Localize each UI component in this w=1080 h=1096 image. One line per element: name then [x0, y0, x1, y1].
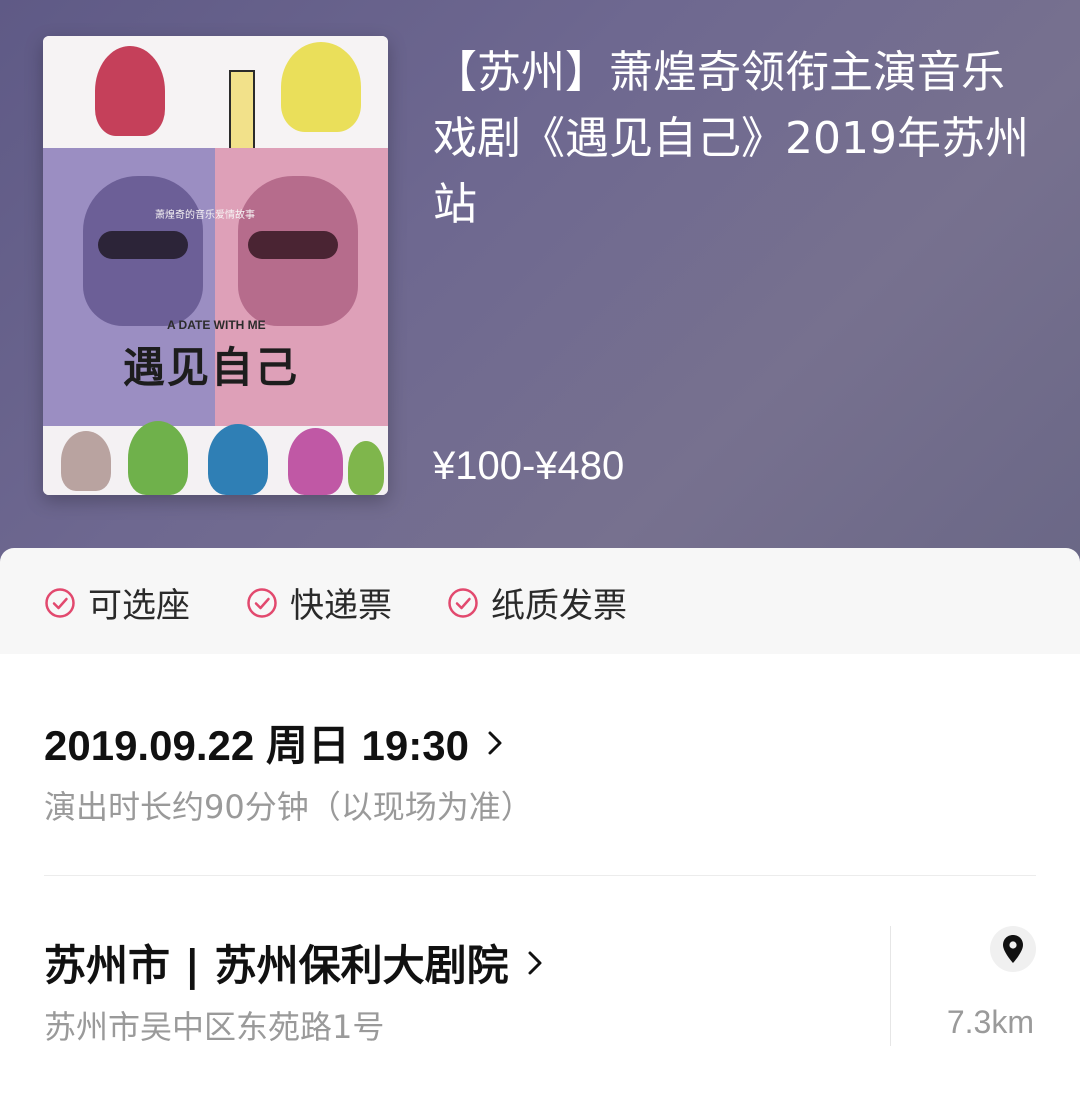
check-circle-icon [448, 587, 478, 618]
tag-label: 快递票 [290, 586, 392, 626]
venue-row[interactable]: 苏州市 | 苏州保利大剧院 [44, 932, 543, 993]
show-poster[interactable]: 萧煌奇的音乐爱情故事 A DATE WITH ME 遇见自己 [43, 36, 388, 495]
poster-title-zh: 遇见自己 [123, 343, 300, 392]
poster-figure [281, 42, 361, 132]
poster-title-en: A DATE WITH ME [167, 318, 266, 332]
check-circle-icon [247, 587, 277, 618]
service-tags: 可选座 快递票 纸质发票 [0, 548, 1080, 654]
tag-paper-invoice: 纸质发票 [447, 578, 627, 627]
price-range: ¥100-¥480 [433, 444, 625, 488]
divider [890, 926, 891, 1046]
poster-tagline: 萧煌奇的音乐爱情故事 [155, 210, 255, 221]
session-duration: 演出时长约90分钟（以现场为准） [44, 788, 533, 826]
venue-address: 苏州市吴中区东苑路1号 [44, 1008, 385, 1046]
show-title: 【苏州】萧煌奇领衔主演音乐戏剧《遇见自己》2019年苏州站 [433, 47, 1029, 230]
tag-seat-selection: 可选座 [44, 578, 190, 627]
show-details: 2019.09.22 周日 19:30 演出时长约90分钟（以现场为准） 苏州市… [0, 654, 1080, 1096]
tag-label: 纸质发票 [491, 586, 627, 626]
session-datetime: 2019.09.22 周日 19:30 [44, 722, 469, 769]
map-pin-button[interactable] [990, 926, 1036, 972]
check-circle-icon [45, 587, 75, 618]
divider [44, 875, 1036, 876]
venue-distance: 7.3km [946, 1004, 1034, 1040]
show-header: 萧煌奇的音乐爱情故事 A DATE WITH ME 遇见自己 【苏州】萧煌奇领衔… [0, 0, 1080, 570]
chevron-right-icon [528, 951, 542, 974]
chevron-right-icon [488, 731, 502, 754]
poster-figure [95, 46, 165, 136]
map-pin-icon [1003, 935, 1023, 963]
tag-label: 可选座 [88, 586, 190, 626]
tag-express-ticket: 快递票 [246, 578, 392, 627]
session-datetime-row[interactable]: 2019.09.22 周日 19:30 [44, 712, 503, 773]
venue-name: 苏州市 | 苏州保利大剧院 [44, 941, 509, 990]
